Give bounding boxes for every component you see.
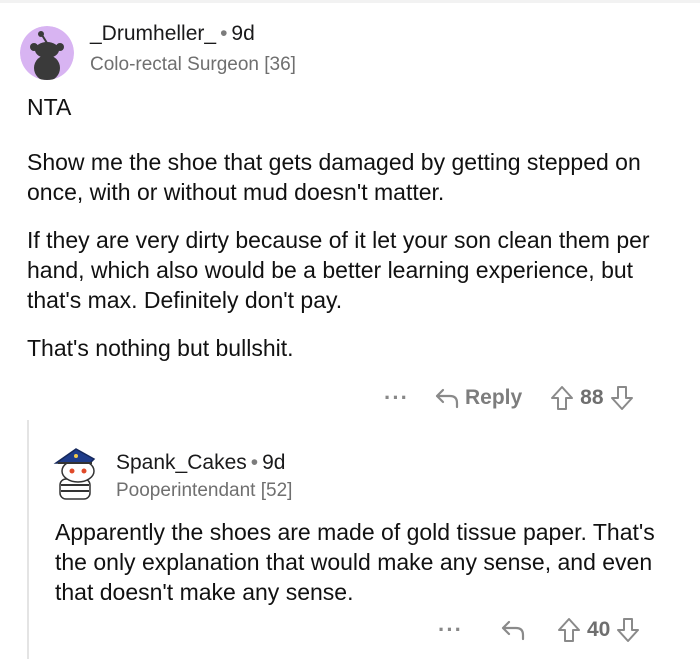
separator-dot: • xyxy=(220,22,228,45)
snoo-sailor-avatar-icon xyxy=(53,448,96,500)
comment-paragraph: NTA xyxy=(27,94,72,120)
reply-button[interactable] xyxy=(501,619,525,641)
comment-paragraph: If they are very dirty because of it let… xyxy=(27,227,650,313)
comment-age: 9d xyxy=(231,22,255,45)
comment-paragraph: Apparently the shoes are made of gold ti… xyxy=(55,519,655,605)
comment-body: Apparently the shoes are made of gold ti… xyxy=(55,517,680,607)
reply-button[interactable]: Reply xyxy=(435,386,522,410)
comment-drumheller: _Drumheller_ • 9d Colo-rectal Surgeon [36]… xyxy=(0,0,700,420)
vote-score: 88 xyxy=(580,386,604,409)
upvote-icon[interactable] xyxy=(557,617,581,643)
vote-score: 40 xyxy=(586,618,611,641)
more-icon[interactable]: ··· xyxy=(384,385,409,411)
comment-age: 9d xyxy=(262,451,286,474)
separator-dot: • xyxy=(250,451,259,474)
comment-paragraph: Show me the shoe that gets damaged by ge… xyxy=(27,149,641,205)
more-icon[interactable]: ··· xyxy=(438,617,463,643)
comment-spank-cakes: Spank_Cakes • 9d Pooperintendant [52] Appa… xyxy=(0,420,700,659)
avatar[interactable] xyxy=(50,445,102,501)
author-line: Spank_Cakes • 9d xyxy=(116,451,285,475)
upvote-icon[interactable] xyxy=(550,385,574,411)
username[interactable]: Spank_Cakes xyxy=(116,451,247,474)
comment-action-bar: ··· 40 xyxy=(438,613,640,647)
username[interactable]: _Drumheller_ xyxy=(90,22,216,45)
downvote-icon[interactable] xyxy=(610,385,634,411)
reply-arrow-icon xyxy=(435,388,459,409)
avatar[interactable] xyxy=(20,26,74,80)
comment-action-bar: ··· Reply 88 xyxy=(384,381,634,415)
vote-controls: 40 xyxy=(557,617,640,643)
vote-controls: 88 xyxy=(550,385,633,411)
downvote-icon[interactable] xyxy=(616,617,640,643)
user-flair: Colo-rectal Surgeon [36] xyxy=(90,54,296,75)
reply-label: Reply xyxy=(464,386,523,409)
reply-arrow-icon xyxy=(501,620,525,641)
comment-paragraph: That's nothing but bullshit. xyxy=(27,335,294,361)
user-flair: Pooperintendant [52] xyxy=(116,480,293,501)
author-line: _Drumheller_ • 9d xyxy=(90,22,255,46)
snoo-avatar-icon xyxy=(20,26,74,80)
comment-body: NTA Show me the shoe that gets damaged b… xyxy=(27,92,677,363)
